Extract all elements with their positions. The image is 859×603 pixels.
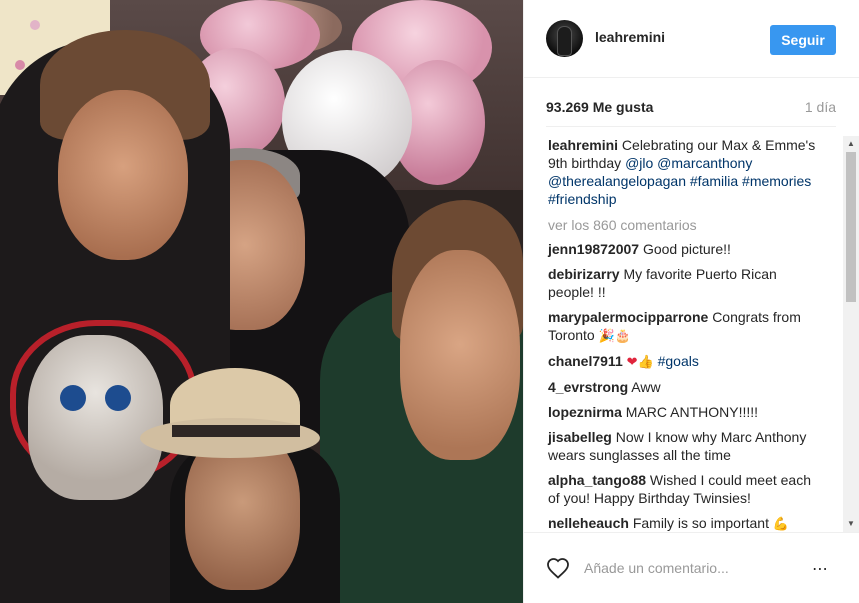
- hashtag-link[interactable]: #memories: [742, 173, 811, 189]
- mention-link[interactable]: @therealangelopagan: [548, 173, 686, 189]
- comments-scrollbar[interactable]: ▲ ▼: [843, 136, 859, 532]
- confetti-dot: [15, 60, 25, 70]
- comment-user[interactable]: jisabelleg: [548, 429, 612, 445]
- comment-user[interactable]: marypalermocipparrone: [548, 309, 708, 325]
- add-comment-input[interactable]: [582, 556, 796, 580]
- comment-user[interactable]: lopeznirma: [548, 404, 622, 420]
- comment-user[interactable]: debirizarry: [548, 266, 620, 282]
- avatar[interactable]: [546, 20, 583, 57]
- scroll-down-arrow-icon[interactable]: ▼: [843, 516, 859, 532]
- instagram-post: adidas leahremini Seguir 93.269 Me gusta…: [0, 0, 859, 603]
- post-photo[interactable]: adidas: [0, 0, 523, 603]
- caption-user[interactable]: leahremini: [548, 137, 618, 153]
- skull-eye: [105, 385, 131, 411]
- comment-user[interactable]: alpha_tango88: [548, 472, 646, 488]
- post-time[interactable]: 1 día: [805, 99, 836, 115]
- mention-link[interactable]: @jlo: [625, 155, 653, 171]
- comment-item: jenn19872007 Good picture!!: [548, 240, 818, 258]
- sweater-skull-graphic: [28, 335, 163, 500]
- comment-text: Family is so important: [632, 515, 769, 531]
- confetti-dot: [30, 20, 40, 30]
- heart-icon[interactable]: [546, 557, 570, 579]
- person-right-face: [400, 250, 520, 460]
- skull-eye: [60, 385, 86, 411]
- caption: leahremini Celebrating our Max & Emme's …: [548, 136, 818, 208]
- likes-row: 93.269 Me gusta 1 día: [546, 99, 836, 119]
- comment-item: marypalermocipparrone Congrats from Toro…: [548, 308, 818, 346]
- hashtag-link[interactable]: #friendship: [548, 191, 617, 207]
- comment-user[interactable]: jenn19872007: [548, 241, 639, 257]
- heart-thumb-emoji: ❤👍: [626, 355, 654, 370]
- post-side-panel: leahremini Seguir 93.269 Me gusta 1 día …: [523, 0, 859, 603]
- comment-item: chanel7911 ❤👍 #goals: [548, 352, 818, 372]
- post-header: leahremini Seguir: [524, 0, 859, 78]
- follow-button[interactable]: Seguir: [770, 25, 836, 55]
- comment-item: 4_evrstrong Aww: [548, 378, 818, 396]
- fedora-brim: [140, 418, 320, 458]
- party-cake-emoji: 🎉🎂: [598, 329, 631, 344]
- person-left-face: [58, 90, 188, 260]
- comment-text: MARC ANTHONY!!!!!: [625, 404, 759, 420]
- comment-item: lopeznirma MARC ANTHONY!!!!!: [548, 403, 818, 421]
- post-footer: ⋯: [524, 532, 859, 603]
- comment-item: alpha_tango88 Wished I could meet each o…: [548, 471, 818, 507]
- comment-user[interactable]: chanel7911: [548, 353, 623, 369]
- comment-item: jisabelleg Now I know why Marc Anthony w…: [548, 428, 818, 464]
- fedora-band: [172, 425, 300, 437]
- hashtag-link[interactable]: #goals: [658, 353, 699, 369]
- scroll-up-arrow-icon[interactable]: ▲: [843, 136, 859, 152]
- view-all-comments-link[interactable]: ver los 860 comentarios: [548, 216, 818, 234]
- flexed-arm-emoji: 💪: [772, 517, 790, 532]
- comments-list[interactable]: leahremini Celebrating our Max & Emme's …: [524, 136, 844, 532]
- scrollbar-thumb[interactable]: [846, 152, 856, 302]
- hashtag-link[interactable]: #familia: [690, 173, 738, 189]
- username-link[interactable]: leahremini: [595, 29, 665, 45]
- likes-count[interactable]: 93.269 Me gusta: [546, 99, 653, 115]
- comment-text: Aww: [631, 379, 661, 395]
- mention-link[interactable]: @marcanthony: [657, 155, 752, 171]
- comment-text: Good picture!!: [642, 241, 731, 257]
- comment-item: nelleheauch Family is so important 💪: [548, 514, 818, 532]
- more-options-icon[interactable]: ⋯: [812, 559, 836, 578]
- comment-user[interactable]: 4_evrstrong: [548, 379, 628, 395]
- comment-item: debirizarry My favorite Puerto Rican peo…: [548, 265, 818, 301]
- comment-user[interactable]: nelleheauch: [548, 515, 629, 531]
- divider: [546, 126, 836, 127]
- avatar-silhouette: [558, 27, 571, 55]
